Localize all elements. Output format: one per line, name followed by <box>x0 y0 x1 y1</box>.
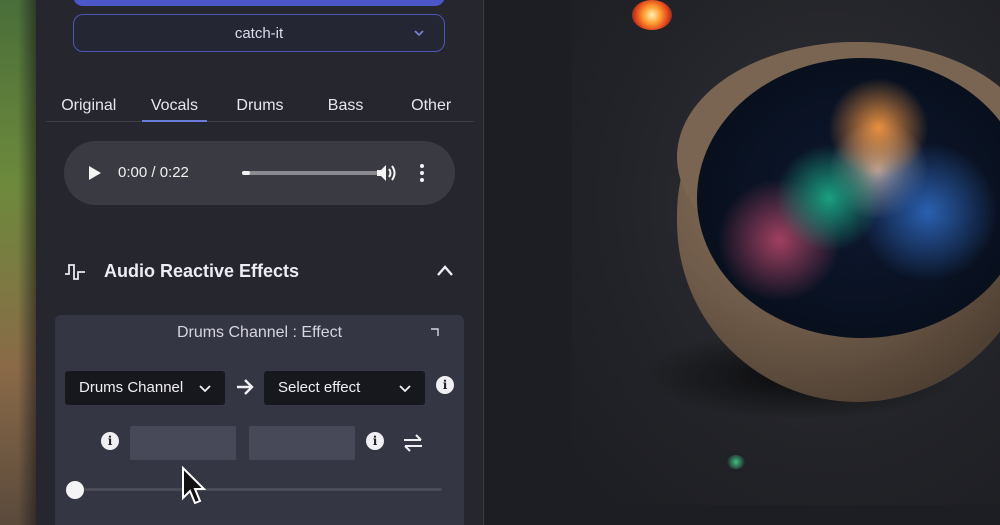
effect-card-title: Drums Channel : Effect <box>176 324 343 341</box>
min-value-field[interactable] <box>130 426 236 460</box>
background-strip <box>0 0 36 525</box>
tab-drums[interactable]: Drums <box>217 90 303 121</box>
info-icon[interactable]: i <box>436 376 454 394</box>
playback-time: 0:00 / 0:22 <box>118 164 189 181</box>
effect-select[interactable]: Select effect <box>264 371 425 405</box>
mouse-cursor-icon <box>182 466 207 505</box>
tab-original[interactable]: Original <box>46 90 132 121</box>
preview-area <box>485 0 1000 525</box>
volume-icon[interactable] <box>376 163 398 183</box>
tab-vocals[interactable]: Vocals <box>132 90 218 122</box>
play-icon[interactable] <box>88 165 102 181</box>
effect-select-value: Select effect <box>278 379 361 396</box>
project-select-value: catch-it <box>234 24 284 42</box>
preview-image <box>572 0 1000 505</box>
tab-other[interactable]: Other <box>388 90 474 121</box>
arrow-right-icon <box>237 379 254 395</box>
info-icon[interactable]: i <box>366 432 384 450</box>
audio-reactive-effects-header[interactable]: Audio Reactive Effects <box>64 258 454 286</box>
project-select[interactable]: catch-it <box>73 14 445 52</box>
swap-icon[interactable] <box>402 433 424 453</box>
info-icon[interactable]: i <box>101 432 119 450</box>
spark <box>727 455 745 469</box>
playback-progress[interactable] <box>242 171 378 175</box>
channel-select[interactable]: Drums Channel <box>65 371 225 405</box>
chevron-up-icon[interactable] <box>436 264 454 278</box>
flame <box>632 0 672 30</box>
waveform-icon <box>65 264 85 280</box>
corner-icon <box>431 328 439 336</box>
section-title: Audio Reactive Effects <box>104 261 300 281</box>
audio-player: 0:00 / 0:22 <box>64 141 455 205</box>
effect-card: Drums Channel : Effect Drums Channel Sel… <box>55 315 464 525</box>
stem-tabs: Original Vocals Drums Bass Other <box>46 90 474 122</box>
background-strip-shade <box>18 0 36 525</box>
playback-progress-fill <box>242 171 251 175</box>
max-value-field[interactable] <box>249 426 355 460</box>
channel-select-value: Drums Channel <box>79 379 184 396</box>
tab-bass[interactable]: Bass <box>303 90 389 121</box>
slider-thumb[interactable] <box>66 481 84 499</box>
intensity-slider[interactable] <box>75 488 442 491</box>
sidebar-panel: catch-it Original Vocals Drums Bass Othe… <box>36 0 484 525</box>
chevron-down-icon <box>414 30 424 37</box>
primary-action-button[interactable] <box>73 0 445 6</box>
more-vertical-icon[interactable] <box>418 163 426 183</box>
chevron-down-icon <box>399 385 411 393</box>
chevron-down-icon <box>199 385 211 393</box>
